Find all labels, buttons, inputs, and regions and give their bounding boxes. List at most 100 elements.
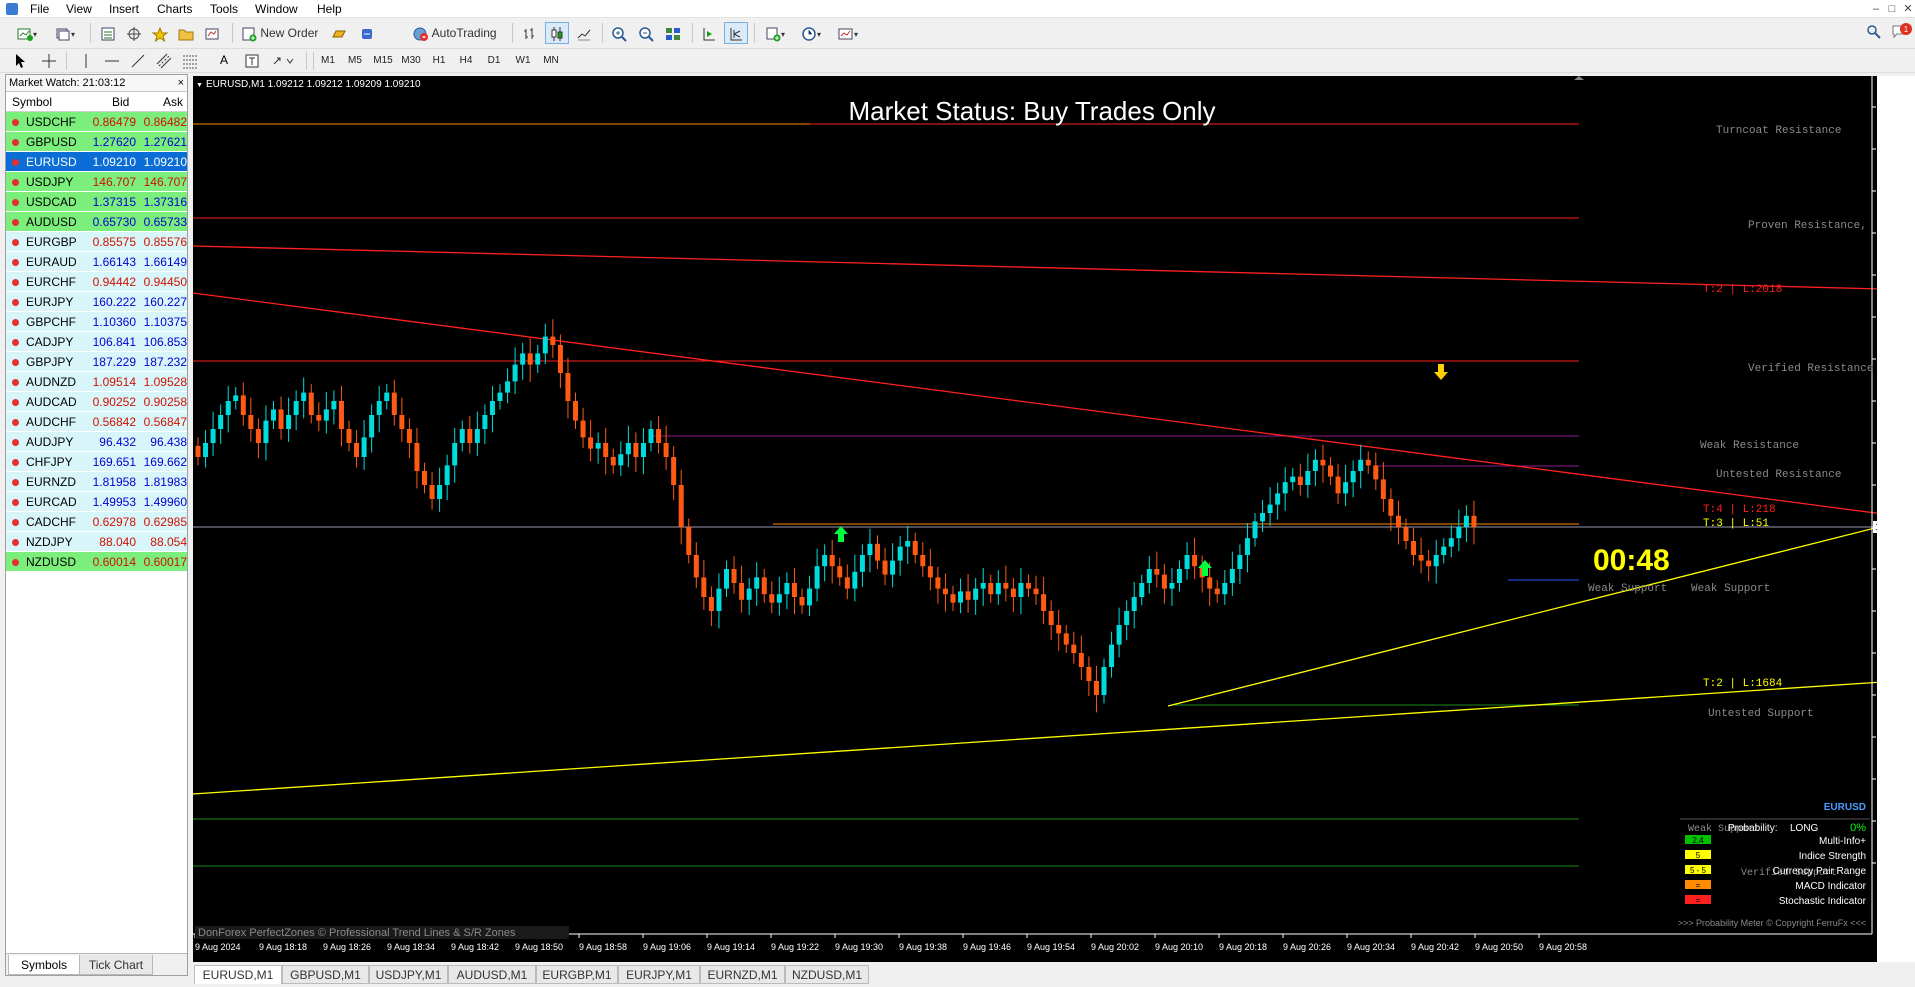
market-watch-row[interactable]: AUDUSD 0.65730 0.65733 <box>6 212 187 232</box>
timeframe-w1[interactable]: W1 <box>511 52 535 70</box>
market-watch-row[interactable]: EURCAD 1.49953 1.49960 <box>6 492 187 512</box>
timeframe-h1[interactable]: H1 <box>428 52 450 70</box>
channel-icon[interactable] <box>156 53 172 69</box>
chart-tab[interactable]: NZDUSD,M1 <box>785 965 869 984</box>
chart-tab[interactable]: GBPUSD,M1 <box>282 965 369 984</box>
market-watch-row[interactable]: EURNZD 1.81958 1.81983 <box>6 472 187 492</box>
candle-body <box>1290 476 1296 483</box>
market-watch-close-button[interactable]: × <box>178 75 184 92</box>
market-watch-row[interactable]: NZDUSD 0.60014 0.60017 <box>6 552 187 572</box>
autotrading-button[interactable]: AutoTrading <box>410 22 508 44</box>
market-watch-row[interactable]: USDCHF 0.86479 0.86482 <box>6 112 187 132</box>
profiles-button[interactable]: ▾ <box>48 22 82 44</box>
tab-symbols[interactable]: Symbols <box>8 955 80 975</box>
candlestick-chart-button[interactable] <box>545 22 569 44</box>
menu-window[interactable]: Window <box>253 1 300 17</box>
timeframe-d1[interactable]: D1 <box>483 52 505 70</box>
templates-button[interactable]: ▾ <box>831 22 865 44</box>
timeframe-mn[interactable]: MN <box>539 52 563 70</box>
time-tick-label: 9 Aug 19:14 <box>707 942 755 952</box>
strategy-tester-button[interactable] <box>200 22 224 44</box>
chart-window[interactable]: 1.093601.093451.093301.093151.093001.092… <box>193 76 1877 962</box>
menu-help[interactable]: Help <box>315 1 344 17</box>
column-bid[interactable]: Bid <box>112 95 129 109</box>
terminal-button[interactable] <box>174 22 198 44</box>
menu-insert[interactable]: Insert <box>107 1 141 17</box>
candle-body <box>1116 625 1122 645</box>
horizontal-line-icon[interactable] <box>104 53 120 69</box>
indicators-button[interactable]: ▾ <box>759 22 791 44</box>
line-chart-button[interactable] <box>572 22 596 44</box>
market-watch-row[interactable]: NZDJPY 88.040 88.054 <box>6 532 187 552</box>
market-watch-row[interactable]: GBPCHF 1.10360 1.10375 <box>6 312 187 332</box>
zoom-out-button[interactable] <box>634 22 658 44</box>
market-watch-row[interactable]: AUDJPY 96.432 96.438 <box>6 432 187 452</box>
chart-tab[interactable]: EURNZD,M1 <box>700 965 785 984</box>
market-watch-row[interactable]: EURCHF 0.94442 0.94450 <box>6 272 187 292</box>
notifications-icon[interactable]: 1 <box>1890 22 1912 42</box>
market-watch-row[interactable]: AUDNZD 1.09514 1.09528 <box>6 372 187 392</box>
trendline-icon[interactable] <box>130 53 146 69</box>
chart-shift-button[interactable] <box>724 22 748 44</box>
arrows-icon[interactable] <box>272 53 294 69</box>
chart-tab[interactable]: EURGBP,M1 <box>536 965 618 984</box>
auto-scroll-button[interactable] <box>697 22 721 44</box>
meta-editor-button[interactable] <box>327 22 351 44</box>
periods-button[interactable]: ▾ <box>795 22 827 44</box>
timeframe-m5[interactable]: M5 <box>344 52 366 70</box>
navigator-button[interactable] <box>122 22 146 44</box>
market-watch-row[interactable]: CADCHF 0.62978 0.62985 <box>6 512 187 532</box>
menu-tools[interactable]: Tools <box>208 1 240 17</box>
tile-windows-button[interactable] <box>661 22 685 44</box>
market-watch-row[interactable]: GBPJPY 187.229 187.232 <box>6 352 187 372</box>
crosshair-icon[interactable] <box>41 53 57 69</box>
chart-tab[interactable]: EURUSD,M1 <box>194 965 282 984</box>
signals-button[interactable] <box>355 22 379 44</box>
restore-button[interactable]: □ <box>1884 1 1900 17</box>
timeframe-m1[interactable]: M1 <box>318 52 338 70</box>
candle-body <box>399 415 405 429</box>
text-tool-button[interactable]: A <box>220 53 228 67</box>
candle-body <box>1463 515 1469 527</box>
text-label-icon[interactable] <box>244 53 260 69</box>
market-watch-row[interactable]: CADJPY 106.841 106.853 <box>6 332 187 352</box>
timeframe-m15[interactable]: M15 <box>371 52 395 70</box>
minimize-button[interactable]: – <box>1868 1 1884 17</box>
market-watch-row[interactable]: EURJPY 160.222 160.227 <box>6 292 187 312</box>
market-watch-row[interactable]: EURAUD 1.66143 1.66149 <box>6 252 187 272</box>
market-watch-row[interactable]: AUDCAD 0.90252 0.90258 <box>6 392 187 412</box>
row-symbol: EURAUD <box>26 255 77 269</box>
cursor-icon[interactable] <box>13 53 27 69</box>
market-watch-row[interactable]: USDJPY 146.707 146.707 <box>6 172 187 192</box>
tab-tick-chart[interactable]: Tick Chart <box>79 955 153 975</box>
column-symbol[interactable]: Symbol <box>12 95 52 109</box>
new-order-button[interactable]: New Order <box>238 22 323 44</box>
price-chart[interactable]: 1.093601.093451.093301.093151.093001.092… <box>193 76 1877 962</box>
zoom-in-button[interactable] <box>607 22 631 44</box>
column-ask[interactable]: Ask <box>163 95 183 109</box>
menu-view[interactable]: View <box>64 1 94 17</box>
market-watch-button[interactable] <box>96 22 120 44</box>
chart-tab[interactable]: USDJPY,M1 <box>369 965 448 984</box>
market-watch-row[interactable]: GBPUSD 1.27620 1.27621 <box>6 132 187 152</box>
search-icon[interactable] <box>1866 24 1882 40</box>
vertical-line-icon[interactable] <box>78 53 94 69</box>
market-watch-row[interactable]: AUDCHF 0.56842 0.56847 <box>6 412 187 432</box>
fibonacci-icon[interactable] <box>182 53 198 69</box>
market-watch-row[interactable]: USDCAD 1.37315 1.37316 <box>6 192 187 212</box>
candle-body <box>920 555 926 567</box>
menu-file[interactable]: File <box>28 1 51 17</box>
chart-tab[interactable]: EURJPY,M1 <box>618 965 700 984</box>
timeframe-m30[interactable]: M30 <box>399 52 423 70</box>
zoom-in-icon <box>612 27 627 42</box>
timeframe-h4[interactable]: H4 <box>455 52 477 70</box>
bar-chart-button[interactable] <box>518 22 542 44</box>
menu-charts[interactable]: Charts <box>155 1 194 17</box>
new-chart-button[interactable]: ▾ <box>10 22 44 44</box>
close-button[interactable]: ✕ <box>1900 1 1915 17</box>
market-watch-row[interactable]: CHFJPY 169.651 169.662 <box>6 452 187 472</box>
chart-tab[interactable]: AUDUSD,M1 <box>448 965 536 984</box>
favorites-button[interactable] <box>148 22 172 44</box>
market-watch-row[interactable]: EURUSD 1.09210 1.09210 <box>6 152 187 172</box>
market-watch-row[interactable]: EURGBP 0.85575 0.85576 <box>6 232 187 252</box>
